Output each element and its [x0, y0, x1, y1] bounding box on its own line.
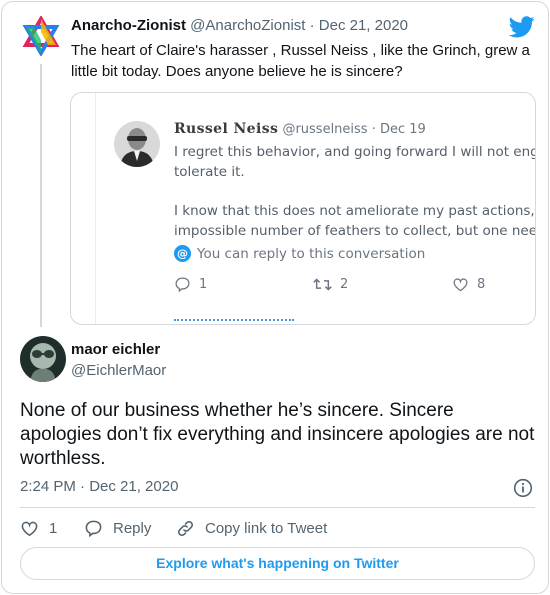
copy-link-button[interactable]: Copy link to Tweet [176, 517, 327, 539]
link-icon [178, 520, 193, 536]
embedded-text-line: I know that this does not ameliorate my … [174, 203, 536, 219]
parent-avatar[interactable] [21, 16, 61, 56]
explore-twitter-button[interactable]: Explore what's happening on Twitter [20, 547, 535, 580]
embedded-reply-count: 1 [199, 277, 208, 292]
embedded-text-line: impossible number of feathers to collect… [174, 223, 536, 239]
embedded-text-line: tolerate it. [174, 164, 245, 180]
author-name[interactable]: maor eichler [71, 341, 160, 358]
tweet-embed-card: Anarcho-Zionist @AnarchoZionist · Dec 21… [1, 1, 549, 594]
embedded-like-count: 8 [477, 277, 486, 292]
author-handle[interactable]: @EichlerMaor [71, 362, 166, 379]
tweet-text: None of our business whether he’s sincer… [20, 400, 535, 469]
divider [20, 507, 535, 508]
tweet-timestamp[interactable]: 2:24 PM · Dec 21, 2020 [20, 478, 178, 495]
reply-label: Reply [113, 519, 152, 537]
embedded-retweet-count: 2 [340, 277, 349, 292]
embedded-screenshot[interactable]: Russel Neiss @russelneiss · Dec 19 I reg… [70, 92, 536, 325]
embedded-author-name: Russel Neiss [174, 121, 279, 137]
heart-icon [21, 521, 38, 536]
info-icon[interactable] [513, 478, 533, 498]
like-button[interactable]: 1 [20, 517, 57, 539]
embedded-author-meta: @russelneiss · Dec 19 [282, 122, 426, 137]
embedded-tweet-text: I regret this behavior, and going forwar… [174, 142, 536, 241]
embedded-header: Russel Neiss @russelneiss · Dec 19 [174, 120, 426, 137]
like-count: 1 [49, 519, 58, 537]
retweet-icon [313, 278, 332, 291]
embedded-reply-note-text: You can reply to this conversation [197, 245, 426, 262]
twitter-bird-icon[interactable] [509, 16, 535, 38]
embedded-cutoff-link [174, 319, 294, 324]
embedded-like-action: 8 [452, 276, 485, 293]
parent-author-name[interactable]: Anarcho-Zionist [71, 17, 186, 34]
reply-icon [85, 520, 102, 537]
reply-button[interactable]: Reply [84, 517, 151, 539]
embedded-avatar [114, 121, 160, 167]
copy-link-label: Copy link to Tweet [205, 519, 328, 537]
at-sign-icon: @ [174, 245, 191, 262]
thread-line [40, 64, 42, 327]
embedded-retweet-action: 2 [313, 276, 348, 293]
parent-tweet-text: The heart of Claire's harasser , Russel … [71, 42, 530, 80]
reply-icon [175, 277, 190, 293]
parent-author-meta[interactable]: @AnarchoZionist · Dec 21, 2020 [190, 17, 408, 34]
embedded-tweet: Russel Neiss @russelneiss · Dec 19 I reg… [95, 93, 536, 324]
parent-header: Anarcho-Zionist @AnarchoZionist · Dec 21… [71, 16, 408, 36]
embedded-text-line: I regret this behavior, and going forwar… [174, 144, 536, 160]
heart-icon [453, 278, 468, 292]
embedded-reply-note: @ You can reply to this conversation [174, 245, 425, 262]
embedded-reply-action: 1 [174, 276, 207, 293]
author-avatar[interactable] [20, 336, 66, 382]
